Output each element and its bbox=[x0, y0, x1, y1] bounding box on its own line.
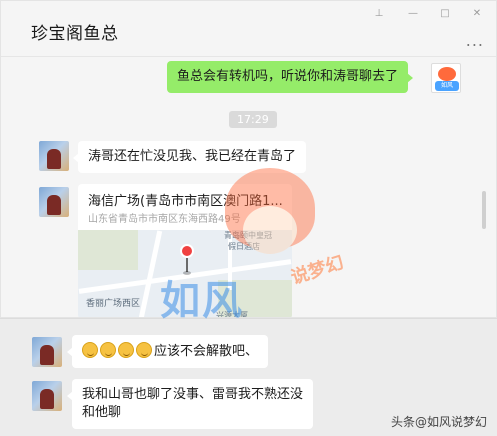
pin-icon[interactable]: ⊥ bbox=[371, 7, 387, 19]
map-block bbox=[78, 230, 138, 270]
message-text: 应该不会解散吧、 bbox=[154, 344, 259, 359]
self-avatar[interactable]: 如风 bbox=[431, 63, 461, 93]
smile-emoji-icon bbox=[118, 342, 134, 358]
chat-title: 珍宝阁鱼总 bbox=[31, 24, 119, 44]
maximize-icon[interactable]: □ bbox=[437, 7, 453, 19]
message-line: 我和山哥也聊了没事、雷哥我不熟还没 bbox=[82, 387, 304, 402]
map-road bbox=[138, 230, 163, 317]
contact-avatar[interactable] bbox=[39, 187, 69, 217]
title-bar: 珍宝阁鱼总 ⊥ — □ ✕ ... bbox=[1, 1, 496, 57]
minimize-icon[interactable]: — bbox=[405, 7, 421, 19]
watermark-face bbox=[243, 206, 297, 254]
smile-emoji-icon bbox=[82, 342, 98, 358]
message-incoming[interactable]: 应该不会解散吧、 bbox=[66, 335, 269, 368]
watermark-logo: 如风 bbox=[160, 278, 244, 324]
screenshot: 珍宝阁鱼总 ⊥ — □ ✕ ... 鱼总会有转机吗，听说你和涛哥聊去了 如风 1… bbox=[0, 0, 497, 436]
smile-emoji-icon bbox=[136, 342, 152, 358]
contact-avatar[interactable] bbox=[32, 337, 62, 367]
timestamp: 17:29 bbox=[229, 111, 277, 128]
message-outgoing[interactable]: 鱼总会有转机吗，听说你和涛哥聊去了 bbox=[167, 61, 414, 93]
source-footer: 头条@如风说梦幻 bbox=[390, 415, 487, 429]
message-incoming[interactable]: 我和山哥也聊了没事、雷哥我不熟还没 和他聊 bbox=[66, 379, 314, 429]
close-icon[interactable]: ✕ bbox=[469, 7, 485, 19]
location-pin-icon bbox=[180, 244, 194, 258]
message-line: 和他聊 bbox=[82, 405, 122, 420]
avatar-hair-icon bbox=[438, 67, 456, 81]
map-label-district: 香丽广场西区 bbox=[86, 299, 141, 309]
contact-avatar[interactable] bbox=[39, 141, 69, 171]
more-options-icon[interactable]: ... bbox=[466, 31, 484, 50]
contact-avatar[interactable] bbox=[32, 381, 62, 411]
smile-emoji-icon bbox=[100, 342, 116, 358]
scrollbar[interactable] bbox=[482, 191, 486, 229]
avatar-tag: 如风 bbox=[435, 81, 459, 91]
